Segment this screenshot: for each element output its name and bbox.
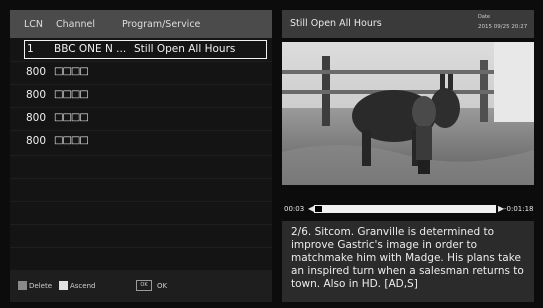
channel-row[interactable]: 800 □□□□ [10, 132, 272, 151]
progress-fill [314, 205, 324, 213]
ascend-key-icon [59, 281, 68, 290]
delete-key-icon [18, 281, 27, 290]
channel-name: □□□□ [54, 135, 89, 146]
channel-program: Still Open All Hours [134, 43, 236, 55]
ascend-key-label[interactable]: Ascend [70, 282, 95, 290]
row-divider [10, 201, 272, 202]
row-divider [10, 178, 272, 179]
row-divider [10, 107, 272, 108]
channel-row[interactable]: 800 □□□□ [10, 63, 272, 82]
program-description-box: 2/6. Sitcom. Granville is determined to … [282, 221, 534, 302]
row-divider [10, 247, 272, 248]
channel-name: □□□□ [54, 112, 89, 123]
date-value: 2015 09/25 20:27 [478, 24, 528, 30]
channel-lcn: 800 [26, 112, 47, 124]
column-header-lcn: LCN [24, 19, 44, 30]
channel-list-panel: LCN Channel Program/Service 1 BBC ONE N … [10, 10, 272, 302]
video-frame-image [282, 42, 534, 185]
channel-lcn: 800 [26, 66, 47, 78]
channel-row[interactable]: 1 BBC ONE N ... Still Open All Hours [24, 40, 267, 59]
program-info-header: Still Open All Hours Date 2015 09/25 20:… [282, 10, 534, 38]
column-header-channel: Channel [56, 19, 96, 30]
progress-track[interactable] [314, 205, 496, 213]
channel-lcn: 1 [27, 43, 34, 55]
row-divider [10, 224, 272, 225]
channel-row[interactable]: 800 □□□□ [10, 86, 272, 105]
row-divider [10, 130, 272, 131]
remaining-time: -0:01:18 [504, 205, 534, 213]
channel-name: BBC ONE N ... [54, 43, 127, 55]
date-label: Date [478, 14, 490, 20]
playback-progress[interactable]: 00:03 ◀ ▶ -0:01:18 [282, 204, 534, 215]
row-divider [10, 155, 272, 156]
elapsed-time: 00:03 [284, 205, 305, 213]
ok-key-icon: OK [136, 280, 152, 291]
program-title: Still Open All Hours [290, 18, 382, 29]
row-divider [10, 84, 272, 85]
channel-lcn: 800 [26, 89, 47, 101]
delete-key-label[interactable]: Delete [29, 282, 52, 290]
program-description: 2/6. Sitcom. Granville is determined to … [291, 226, 524, 290]
row-divider [10, 61, 272, 62]
column-header-program: Program/Service [122, 19, 201, 30]
channel-name: □□□□ [54, 66, 89, 77]
channel-name: □□□□ [54, 89, 89, 100]
key-hint-bar: Delete Ascend OK OK [10, 270, 272, 302]
video-preview [282, 42, 534, 185]
channel-list-header: LCN Channel Program/Service [10, 10, 272, 38]
ok-key-label[interactable]: OK [157, 282, 167, 290]
channel-lcn: 800 [26, 135, 47, 147]
channel-row[interactable]: 800 □□□□ [10, 109, 272, 128]
